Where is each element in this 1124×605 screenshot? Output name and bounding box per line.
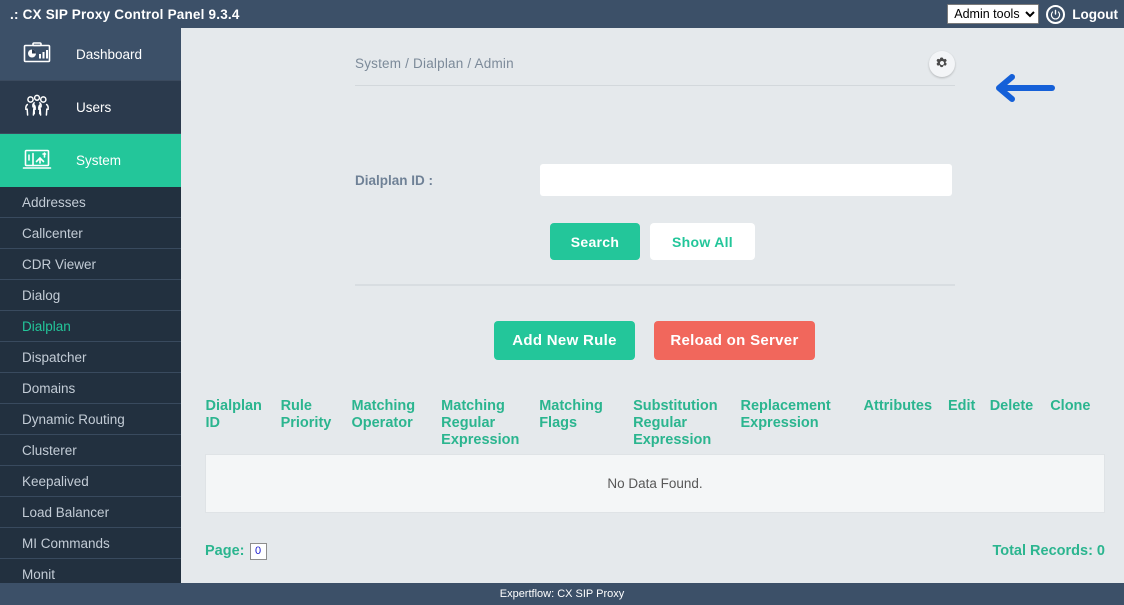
- add-new-rule-button[interactable]: Add New Rule: [494, 321, 635, 360]
- total-records-label: Total Records: 0: [992, 543, 1105, 559]
- sidebar-subitem-label: Load Balancer: [22, 505, 109, 520]
- section-divider: [355, 284, 955, 286]
- column-header-matching-regex[interactable]: Matching Regular Expression: [441, 392, 539, 455]
- topbar-actions: Admin tools Logout: [947, 4, 1118, 24]
- admin-tools-select[interactable]: Admin tools: [947, 4, 1039, 24]
- table-head: Dialplan ID Rule Priority Matching Opera…: [206, 392, 1105, 455]
- users-icon: [22, 94, 56, 120]
- pagination-row: Page: Total Records: 0: [205, 539, 1105, 563]
- sidebar-subitem-dispatcher[interactable]: Dispatcher: [0, 342, 181, 373]
- logout-link[interactable]: Logout: [1072, 7, 1118, 22]
- breadcrumb: System / Dialplan / Admin: [355, 56, 514, 71]
- sidebar-subitem-label: Dialog: [22, 288, 60, 303]
- sidebar: Dashboard Users: [0, 28, 181, 583]
- sidebar-subitem-callcenter[interactable]: Callcenter: [0, 218, 181, 249]
- sidebar-subitem-dialplan[interactable]: Dialplan: [0, 311, 181, 342]
- dialplan-id-form-row: Dialplan ID :: [355, 164, 955, 196]
- dialplan-id-input[interactable]: [540, 164, 952, 196]
- search-button[interactable]: Search: [550, 223, 640, 260]
- sidebar-item-users[interactable]: Users: [0, 81, 181, 134]
- rules-table-wrapper: Dialplan ID Rule Priority Matching Opera…: [205, 392, 1105, 513]
- sidebar-item-system[interactable]: System: [0, 134, 181, 187]
- page-number-input[interactable]: [250, 543, 267, 560]
- sidebar-subitem-label: Dynamic Routing: [22, 412, 125, 427]
- sidebar-subitem-mi-commands[interactable]: MI Commands: [0, 528, 181, 559]
- sidebar-subitem-domains[interactable]: Domains: [0, 373, 181, 404]
- sidebar-item-dashboard[interactable]: Dashboard: [0, 28, 181, 81]
- search-actions: Search Show All: [550, 223, 755, 260]
- dialplan-id-label: Dialplan ID :: [355, 173, 540, 188]
- column-header-matching-flags[interactable]: Matching Flags: [539, 392, 633, 455]
- sidebar-subitem-label: Callcenter: [22, 226, 83, 241]
- column-header-dialplan-id[interactable]: Dialplan ID: [206, 392, 281, 455]
- column-header-edit[interactable]: Edit: [948, 392, 990, 455]
- sidebar-subitem-label: Keepalived: [22, 474, 89, 489]
- sidebar-item-label: Users: [76, 100, 111, 115]
- sidebar-subitem-label: Dialplan: [22, 319, 71, 334]
- column-header-matching-operator[interactable]: Matching Operator: [351, 392, 441, 455]
- sidebar-subitem-label: Domains: [22, 381, 75, 396]
- column-header-rule-priority[interactable]: Rule Priority: [281, 392, 352, 455]
- sidebar-subitem-label: CDR Viewer: [22, 257, 96, 272]
- sidebar-subitem-clusterer[interactable]: Clusterer: [0, 435, 181, 466]
- show-all-button[interactable]: Show All: [650, 223, 755, 260]
- breadcrumb-row: System / Dialplan / Admin: [355, 42, 955, 86]
- table-header-row: Dialplan ID Rule Priority Matching Opera…: [206, 392, 1105, 455]
- sidebar-subitem-keepalived[interactable]: Keepalived: [0, 466, 181, 497]
- page-group: Page:: [205, 543, 267, 560]
- sidebar-subitem-dynamic-routing[interactable]: Dynamic Routing: [0, 404, 181, 435]
- sidebar-subitem-dialog[interactable]: Dialog: [0, 280, 181, 311]
- table-body: No Data Found.: [206, 455, 1105, 513]
- footer-text: Expertflow: CX SIP Proxy: [500, 588, 625, 600]
- column-header-attributes[interactable]: Attributes: [864, 392, 948, 455]
- page-label: Page:: [205, 543, 245, 559]
- sidebar-subitem-label: Clusterer: [22, 443, 77, 458]
- system-icon: [22, 147, 56, 173]
- rule-actions: Add New Rule Reload on Server: [494, 321, 815, 360]
- top-bar: .: CX SIP Proxy Control Panel 9.3.4 Admi…: [0, 0, 1124, 28]
- sidebar-subitem-label: Dispatcher: [22, 350, 87, 365]
- sidebar-subitem-label: Addresses: [22, 195, 86, 210]
- left-arrow-annotation: [986, 73, 1058, 103]
- dashboard-icon: [22, 41, 56, 67]
- footer: Expertflow: CX SIP Proxy: [0, 583, 1124, 605]
- power-icon[interactable]: [1046, 5, 1065, 24]
- sidebar-subitem-label: Monit: [22, 567, 55, 582]
- sidebar-subitem-monit[interactable]: Monit: [0, 559, 181, 583]
- column-header-delete[interactable]: Delete: [990, 392, 1050, 455]
- no-data-message: No Data Found.: [206, 455, 1105, 513]
- column-header-clone[interactable]: Clone: [1050, 392, 1104, 455]
- rules-table: Dialplan ID Rule Priority Matching Opera…: [205, 392, 1105, 513]
- sidebar-item-label: System: [76, 153, 121, 168]
- gear-icon[interactable]: [929, 51, 955, 77]
- reload-on-server-button[interactable]: Reload on Server: [654, 321, 815, 360]
- main-content: System / Dialplan / Admin Dialplan ID : …: [181, 28, 1124, 583]
- sidebar-subitem-addresses[interactable]: Addresses: [0, 187, 181, 218]
- sidebar-subitem-label: MI Commands: [22, 536, 110, 551]
- app-title: .: CX SIP Proxy Control Panel 9.3.4: [10, 7, 240, 22]
- column-header-substitution-regex[interactable]: Substitution Regular Expression: [633, 392, 740, 455]
- sidebar-subitem-load-balancer[interactable]: Load Balancer: [0, 497, 181, 528]
- sidebar-subitem-cdr-viewer[interactable]: CDR Viewer: [0, 249, 181, 280]
- column-header-replacement-expression[interactable]: Replacement Expression: [740, 392, 863, 455]
- table-row: No Data Found.: [206, 455, 1105, 513]
- sidebar-item-label: Dashboard: [76, 47, 142, 62]
